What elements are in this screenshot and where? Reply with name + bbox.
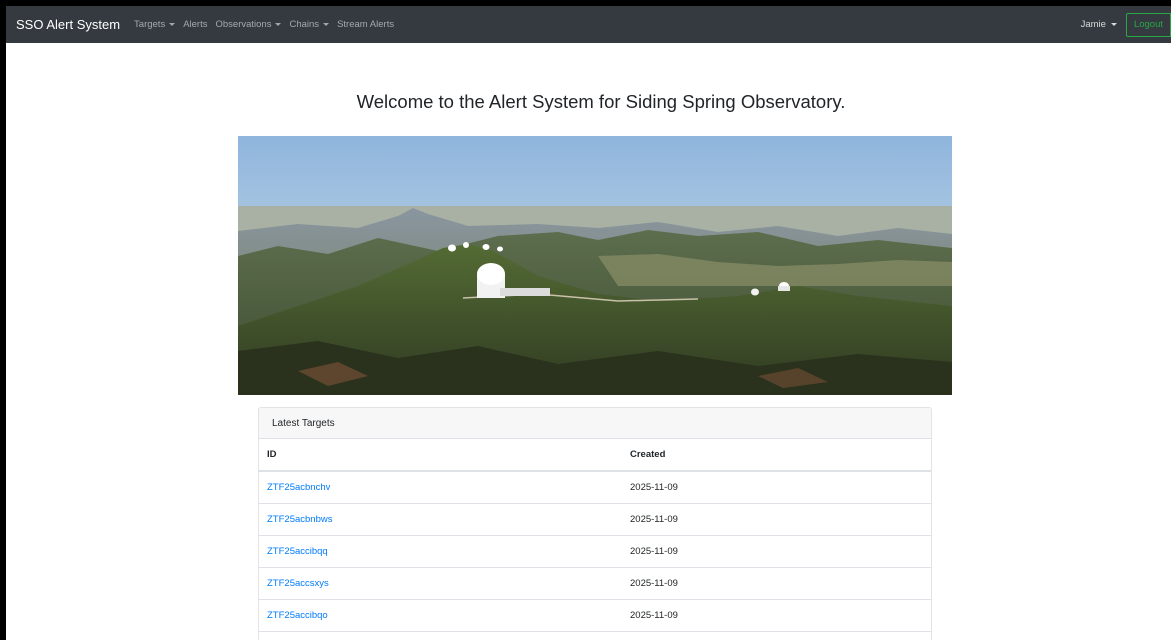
- nav-chains-dropdown[interactable]: Chains: [289, 19, 330, 30]
- column-header-created: Created: [630, 439, 931, 472]
- user-name: Jamie: [1080, 19, 1106, 30]
- nav-right: Jamie Logout: [1081, 6, 1171, 43]
- table-row: ZTF25acbnchv 2025-11-09: [259, 471, 931, 504]
- target-link[interactable]: ZTF25accibqq: [267, 546, 328, 557]
- page: SSO Alert System Targets Alerts Observat…: [6, 6, 1171, 640]
- brand-link[interactable]: SSO Alert System: [16, 17, 120, 32]
- logout-button[interactable]: Logout: [1125, 12, 1171, 37]
- nav-chains-label: Chains: [289, 19, 320, 30]
- table-row: ZTF25accibqo 2025-11-09: [259, 599, 931, 632]
- created-date: 2025-11-09: [630, 535, 931, 568]
- nav-observations-label: Observations: [215, 19, 272, 30]
- table-row: ZTF25accsxys 2025-11-09: [259, 567, 931, 600]
- latest-targets-card: Latest Targets ID Created ZTF25acbnchv 2…: [258, 407, 932, 640]
- column-header-id: ID: [259, 439, 630, 472]
- created-date: 2025-11-09: [630, 567, 931, 600]
- nav-targets-dropdown[interactable]: Targets: [134, 19, 176, 30]
- created-date: 2025-11-09: [630, 471, 931, 504]
- nav-stream-alerts-label: Stream Alerts: [337, 19, 395, 30]
- navbar: SSO Alert System Targets Alerts Observat…: [6, 6, 1171, 43]
- target-link[interactable]: ZTF25acbnchv: [267, 482, 330, 493]
- table-header-row: ID Created: [259, 439, 931, 472]
- target-link[interactable]: ZTF25acbnbws: [267, 514, 332, 525]
- target-link[interactable]: ZTF25accsxys: [267, 578, 329, 589]
- created-date: 2025-11-09: [630, 503, 931, 536]
- card-header: Latest Targets: [259, 408, 931, 439]
- nav-alerts-link[interactable]: Alerts: [183, 19, 207, 30]
- user-menu-dropdown[interactable]: Jamie: [1081, 19, 1117, 30]
- nav-observations-dropdown[interactable]: Observations: [216, 19, 282, 30]
- observatory-landscape-image: [238, 136, 952, 395]
- nav-alerts-label: Alerts: [183, 19, 208, 30]
- caret-down-icon: [169, 23, 176, 26]
- target-link[interactable]: ZTF25accibqo: [267, 610, 328, 621]
- latest-targets-table: ID Created ZTF25acbnchv 2025-11-09 ZTF25…: [259, 439, 931, 632]
- created-date: 2025-11-09: [630, 599, 931, 632]
- welcome-heading: Welcome to the Alert System for Siding S…: [356, 91, 846, 112]
- nav-stream-alerts-link[interactable]: Stream Alerts: [337, 19, 394, 30]
- caret-down-icon: [275, 23, 282, 26]
- nav-targets-label: Targets: [134, 19, 166, 30]
- caret-down-icon: [1110, 23, 1117, 26]
- caret-down-icon: [323, 23, 330, 26]
- table-row: ZTF25accibqq 2025-11-09: [259, 535, 931, 568]
- table-row: ZTF25acbnbws 2025-11-09: [259, 503, 931, 536]
